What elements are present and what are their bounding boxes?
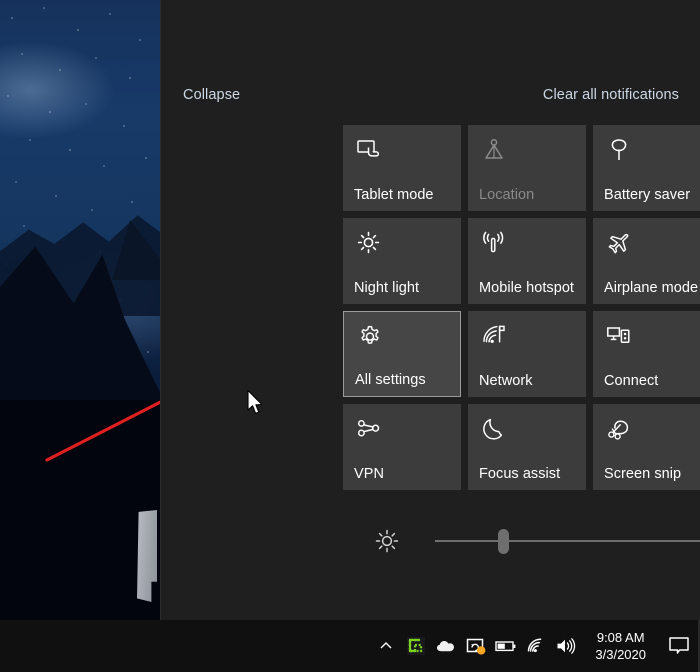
- taskbar-clock[interactable]: 9:08 AM 3/3/2020: [581, 620, 658, 672]
- quick-action-tile-vpn[interactable]: VPN: [343, 404, 461, 490]
- battery-icon[interactable]: [491, 620, 521, 672]
- clear-all-notifications-button[interactable]: Clear all notifications: [543, 87, 679, 103]
- quick-action-tile-night-light[interactable]: Night light: [343, 218, 461, 304]
- quick-action-label: Airplane mode: [604, 280, 699, 296]
- screen-capture-icon[interactable]: [401, 620, 431, 672]
- quick-action-tile-location: Location: [468, 125, 586, 211]
- location-icon: [480, 136, 508, 164]
- quick-action-tile-mobile-hotspot[interactable]: Mobile hotspot: [468, 218, 586, 304]
- quick-action-tile-all-settings[interactable]: All settings: [343, 311, 461, 397]
- quick-action-label: All settings: [355, 372, 426, 388]
- volume-icon[interactable]: [551, 620, 581, 672]
- quick-action-tile-network[interactable]: Network: [468, 311, 586, 397]
- quick-action-label: Night light: [354, 280, 420, 296]
- quick-action-tile-battery-saver[interactable]: Battery saver: [593, 125, 700, 211]
- mobile-hotspot-icon: [480, 229, 508, 257]
- photo-sync-icon[interactable]: [461, 620, 491, 672]
- foreground-shadow: [0, 400, 160, 620]
- action-center-panel: Collapse Clear all notifications Tablet …: [160, 0, 700, 620]
- night-light-icon: [355, 229, 383, 257]
- quick-action-label: Screen snip: [604, 466, 682, 482]
- brightness-track[interactable]: [435, 540, 700, 542]
- quick-action-tile-focus-assist[interactable]: Focus assist: [468, 404, 586, 490]
- wifi-icon[interactable]: [521, 620, 551, 672]
- screen: Collapse Clear all notifications Tablet …: [0, 0, 700, 672]
- airplane-icon: [605, 229, 633, 257]
- quick-action-label: Tablet mode: [354, 187, 434, 203]
- action-center-header: Collapse Clear all notifications: [161, 80, 700, 110]
- onedrive-cloud-icon[interactable]: [431, 620, 461, 672]
- battery-saver-icon: [605, 136, 633, 164]
- system-tray: 9:08 AM 3/3/2020: [371, 620, 700, 672]
- clock-time: 9:08 AM: [596, 630, 645, 645]
- vpn-icon: [355, 415, 383, 443]
- quick-action-tile-screen-snip[interactable]: Screen snip: [593, 404, 700, 490]
- screen-snip-icon: [605, 415, 633, 443]
- quick-action-label: Connect: [604, 373, 659, 389]
- gear-icon: [356, 323, 384, 351]
- quick-action-label: Focus assist: [479, 466, 561, 482]
- quick-action-label: VPN: [354, 466, 384, 482]
- collapse-button[interactable]: Collapse: [183, 87, 240, 103]
- quick-action-label: Mobile hotspot: [479, 280, 575, 296]
- clock-date: 3/3/2020: [595, 647, 646, 662]
- desktop-wallpaper: [0, 0, 160, 620]
- quick-action-tile-tablet-mode[interactable]: Tablet mode: [343, 125, 461, 211]
- taskbar: 9:08 AM 3/3/2020: [0, 620, 700, 672]
- quick-action-label: Network: [479, 373, 533, 389]
- quick-action-tile-airplane-mode[interactable]: Airplane mode: [593, 218, 700, 304]
- moon-icon: [480, 415, 508, 443]
- brightness-icon: [375, 529, 399, 553]
- show-hidden-icons-chevron-icon[interactable]: [371, 620, 401, 672]
- quick-action-label: Battery saver: [604, 187, 691, 203]
- connect-icon: [605, 322, 633, 350]
- quick-action-tile-connect[interactable]: Connect: [593, 311, 700, 397]
- brightness-thumb[interactable]: [497, 529, 509, 554]
- action-center-icon[interactable]: [658, 620, 700, 672]
- tablet-mode-icon: [355, 136, 383, 164]
- network-icon: [480, 322, 508, 350]
- quick-action-label: Location: [479, 187, 535, 203]
- brightness-slider-row: [343, 523, 700, 559]
